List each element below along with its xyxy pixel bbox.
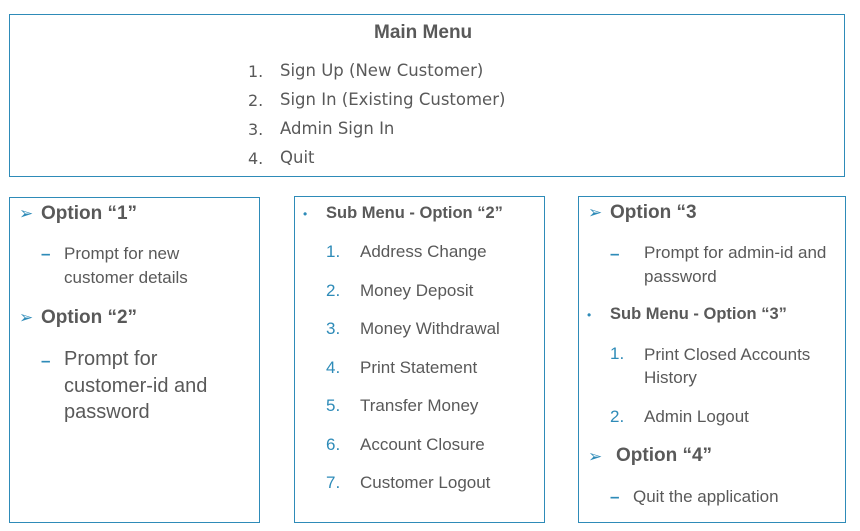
dot-bullet-icon: •: [303, 207, 308, 221]
main-menu-item-signup: Sign Up (New Customer): [280, 61, 484, 80]
submenu-option-2-heading: Sub Menu - Option “2”: [326, 204, 503, 222]
submenu-option-2-box: • Sub Menu - Option “2” 1. Address Chang…: [294, 196, 545, 523]
dash-bullet-icon: –: [610, 487, 620, 506]
submenu-item-number: 7.: [326, 473, 341, 492]
submenu-item-transfer-money: Transfer Money: [360, 396, 479, 415]
submenu-option-3-heading: Sub Menu - Option “3”: [610, 305, 787, 323]
submenu-item-customer-logout: Customer Logout: [360, 473, 491, 492]
arrow-bullet-icon: ➢: [19, 204, 34, 223]
option-2-detail: Prompt for customer-id and password: [64, 348, 208, 423]
submenu-item-account-closure: Account Closure: [360, 435, 485, 454]
main-menu-item-number: 3.: [248, 120, 264, 139]
main-menu-title: Main Menu: [374, 22, 473, 43]
submenu-item-print-closed-accounts: Print Closed Accounts History: [644, 345, 811, 387]
arrow-bullet-icon: ➢: [19, 308, 34, 327]
dot-bullet-icon: •: [587, 308, 592, 322]
arrow-bullet-icon: ➢: [588, 203, 603, 222]
submenu-item-admin-logout: Admin Logout: [644, 407, 749, 426]
dash-bullet-icon: –: [41, 351, 51, 370]
options-3-4-box: ➢ Option “3 – Prompt for admin-id and pa…: [578, 196, 846, 523]
option-1-detail: Prompt for new customer details: [64, 244, 188, 287]
arrow-bullet-icon: ➢: [588, 447, 603, 466]
dash-bullet-icon: –: [610, 244, 620, 263]
submenu-item-address-change: Address Change: [360, 242, 487, 261]
submenu-item-number: 6.: [326, 435, 341, 454]
option-4-detail: Quit the application: [633, 487, 779, 506]
submenu-item-number: 3.: [326, 319, 341, 338]
main-menu-item-quit: Quit: [280, 148, 315, 167]
submenu-item-print-statement: Print Statement: [360, 358, 478, 377]
option-3-heading: Option “3: [610, 202, 697, 223]
submenu-item-money-withdrawal: Money Withdrawal: [360, 319, 500, 338]
option-3-detail: Prompt for admin-id and password: [644, 243, 827, 286]
submenu-item-number: 1.: [326, 242, 341, 261]
main-menu-item-number: 2.: [248, 91, 264, 110]
submenu-item-money-deposit: Money Deposit: [360, 281, 474, 300]
dash-bullet-icon: –: [41, 244, 51, 263]
submenu-item-number: 2.: [610, 407, 625, 426]
option-2-heading: Option “2”: [41, 307, 138, 328]
main-menu-item-signin: Sign In (Existing Customer): [280, 90, 506, 109]
main-menu-box: Main Menu 1. Sign Up (New Customer) 2. S…: [9, 14, 845, 177]
main-menu-item-admin-signin: Admin Sign In: [280, 119, 395, 138]
submenu-item-number: 1.: [610, 344, 625, 363]
option-4-heading: Option “4”: [616, 445, 713, 466]
option-1-heading: Option “1”: [41, 203, 138, 224]
main-menu-item-number: 1.: [248, 62, 264, 81]
submenu-item-number: 5.: [326, 396, 341, 415]
submenu-item-number: 2.: [326, 281, 341, 300]
main-menu-item-number: 4.: [248, 149, 264, 168]
options-1-2-box: ➢ Option “1” – Prompt for new customer d…: [9, 197, 260, 523]
submenu-item-number: 4.: [326, 358, 341, 377]
